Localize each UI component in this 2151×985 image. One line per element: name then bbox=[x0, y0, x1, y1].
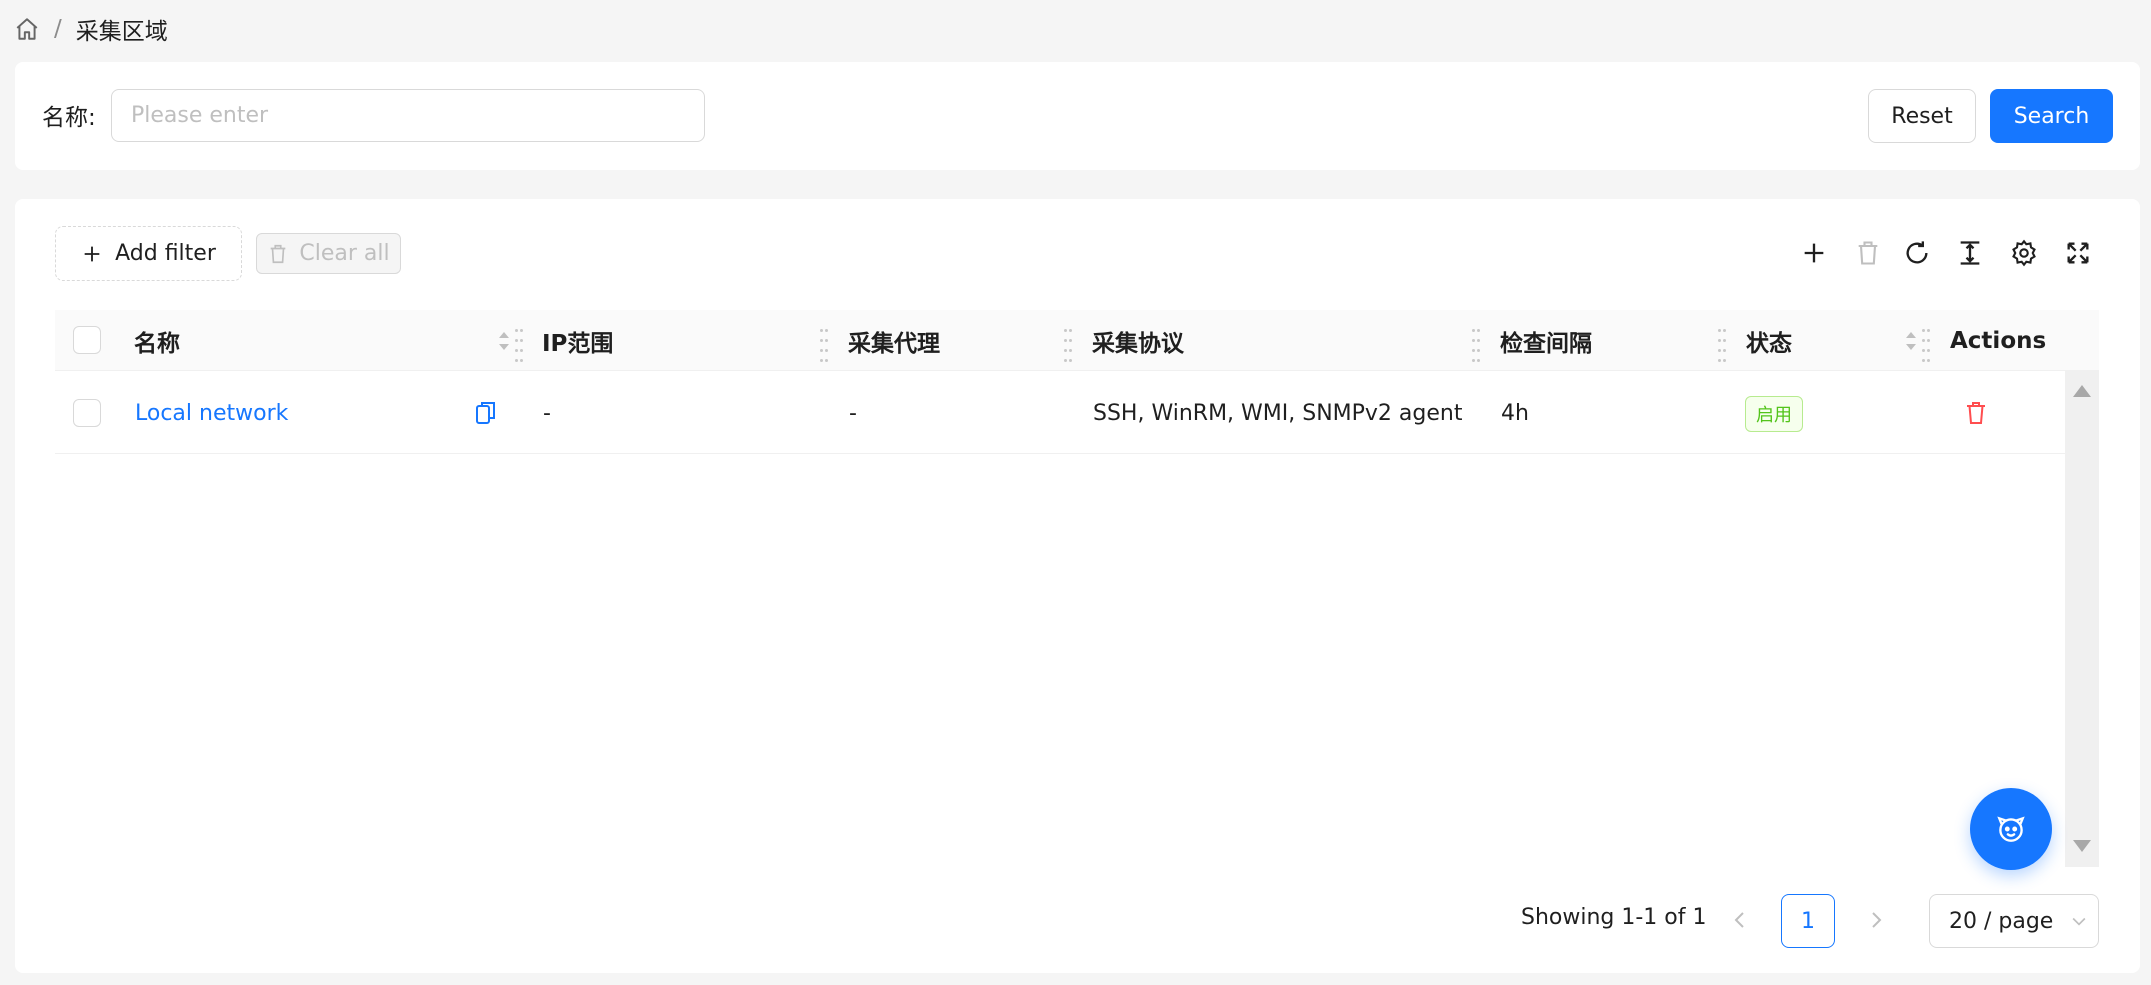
scroll-up-arrow[interactable] bbox=[2073, 385, 2091, 397]
plus-icon bbox=[84, 246, 100, 261]
search-button[interactable]: Search bbox=[1990, 89, 2113, 143]
plus-icon[interactable] bbox=[1800, 239, 1828, 267]
table-header bbox=[55, 310, 2099, 371]
copy-icon[interactable] bbox=[475, 400, 497, 426]
clear-all-button[interactable]: Clear all bbox=[256, 233, 401, 274]
trash-icon bbox=[271, 244, 286, 263]
breadcrumb-separator: / bbox=[54, 16, 62, 42]
vertical-scrollbar[interactable] bbox=[2065, 371, 2099, 867]
column-header-name[interactable]: 名称 bbox=[134, 310, 180, 371]
page-size-select[interactable]: 20 / page bbox=[1929, 894, 2099, 948]
assistant-button[interactable] bbox=[1970, 788, 2052, 870]
chevron-right-icon[interactable] bbox=[1864, 905, 1888, 935]
breadcrumb-current: 采集区域 bbox=[75, 19, 168, 45]
column-resizer[interactable] bbox=[820, 326, 828, 362]
page-size-value: 20 / page bbox=[1949, 908, 2054, 934]
column-resizer[interactable] bbox=[1064, 326, 1072, 362]
scroll-down-arrow[interactable] bbox=[2073, 840, 2091, 852]
pagination-total: Showing 1-1 of 1 bbox=[1521, 905, 1707, 930]
add-filter-label: Add filter bbox=[115, 241, 216, 266]
name-input[interactable] bbox=[111, 89, 705, 142]
row-agent: - bbox=[849, 400, 857, 426]
add-filter-button[interactable]: Add filter bbox=[55, 226, 242, 281]
column-header-protocols[interactable]: 采集协议 bbox=[1092, 310, 1184, 371]
column-resizer[interactable] bbox=[1718, 326, 1726, 362]
breadcrumb: / 采集区域 bbox=[14, 12, 168, 46]
column-resizer[interactable] bbox=[515, 326, 523, 362]
column-resizer[interactable] bbox=[1922, 326, 1930, 362]
trash-icon[interactable] bbox=[1854, 239, 1882, 267]
row-name-link[interactable]: Local network bbox=[135, 372, 288, 454]
column-header-ip-range[interactable]: IP范围 bbox=[542, 310, 613, 371]
bot-icon bbox=[1997, 816, 2025, 842]
column-resizer[interactable] bbox=[1472, 326, 1480, 362]
fullscreen-icon[interactable] bbox=[2064, 239, 2092, 267]
chevron-down-icon bbox=[2072, 917, 2086, 926]
clear-all-label: Clear all bbox=[299, 241, 390, 266]
density-icon[interactable] bbox=[1956, 239, 1984, 267]
column-header-actions: Actions bbox=[1950, 327, 2047, 354]
column-header-agent[interactable]: 采集代理 bbox=[848, 310, 940, 371]
column-header-interval[interactable]: 检查间隔 bbox=[1500, 310, 1592, 371]
name-label: 名称: bbox=[42, 105, 96, 131]
row-checkbox[interactable] bbox=[73, 399, 101, 427]
sort-icon[interactable] bbox=[1904, 326, 1918, 356]
reset-button[interactable]: Reset bbox=[1868, 89, 1976, 143]
select-all-checkbox[interactable] bbox=[73, 326, 101, 354]
row-protocols: SSH, WinRM, WMI, SNMPv2 agent bbox=[1093, 400, 1463, 426]
row-interval: 4h bbox=[1501, 400, 1529, 426]
refresh-icon[interactable] bbox=[1903, 239, 1931, 267]
sort-icon[interactable] bbox=[497, 326, 511, 356]
chevron-left-icon[interactable] bbox=[1728, 905, 1752, 935]
home-icon[interactable] bbox=[14, 16, 40, 42]
delete-icon[interactable] bbox=[1964, 400, 1988, 426]
gear-icon[interactable] bbox=[2010, 239, 2038, 267]
column-header-status[interactable]: 状态 bbox=[1746, 310, 1792, 371]
row-ip-range: - bbox=[543, 400, 551, 426]
status-badge: 启用 bbox=[1745, 396, 1803, 432]
page-button[interactable]: 1 bbox=[1781, 894, 1835, 948]
